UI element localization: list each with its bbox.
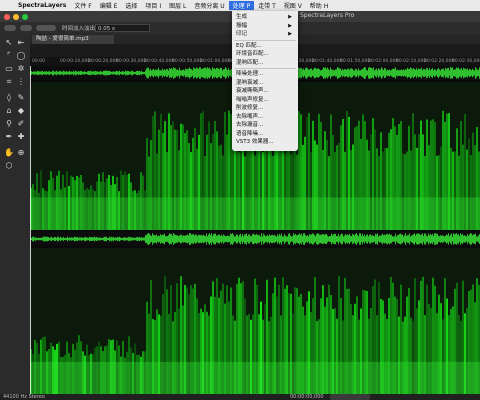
lasso-tool-icon[interactable]: ◯ [15, 50, 27, 61]
ruler-tick: 00:01:50,000 [340, 59, 371, 64]
process-menu-item[interactable]: 生成 ▶ [236, 13, 294, 21]
menu-item-label: 印记 [236, 31, 248, 37]
process-menu-item[interactable]: 混响衰减... [236, 79, 294, 87]
pen-tool-icon[interactable]: ✒ [3, 131, 15, 142]
transport-bar[interactable] [330, 394, 370, 400]
status-bar: 44100 Hz Stereo 00:00:00,000 [0, 394, 480, 400]
ruler-tick: 00:00 [32, 59, 45, 64]
ruler-tick: 00:00:20,000 [88, 59, 119, 64]
ruler-tick: 00:00:50,000 [172, 59, 203, 64]
frame-tool-icon[interactable]: ⌜ [3, 50, 15, 61]
fade-input[interactable]: 0.05 s [95, 24, 150, 32]
ruler-tick: 00:00:30,000 [116, 59, 147, 64]
pencil-tool-icon[interactable]: ✐ [15, 118, 27, 129]
ruler-tick: 00:02:00,000 [368, 59, 399, 64]
waveform-channel-right [30, 232, 480, 246]
menu-layer[interactable]: 图层 L [165, 1, 190, 10]
menu-item-label: 振幅 [236, 22, 248, 29]
menu-item-label: 嗡嗡声修复... [236, 96, 269, 103]
spectrum-channel-right [30, 248, 480, 394]
menu-item-label: EQ 匹配... [236, 42, 262, 49]
menu-item-label: 混响衰减... [236, 79, 264, 86]
playhead[interactable] [30, 66, 31, 394]
close-window-icon[interactable] [4, 14, 10, 20]
ruler-tick: 00:00:40,000 [144, 59, 175, 64]
menu-item-label: VST3 效果器... [236, 139, 274, 145]
app-menu[interactable]: SpectraLayers [14, 2, 70, 9]
tab-document[interactable]: 陶喆 - 爱很简单.mp3 [32, 35, 114, 44]
healing-tool-icon[interactable]: ✚ [15, 131, 27, 142]
menu-item-label: 环境音匹配... [236, 51, 269, 57]
dropper-tool-icon[interactable]: ⚲ [3, 118, 15, 129]
eraser-tool-icon[interactable]: ◊ [3, 92, 15, 103]
submenu-arrow-icon: ▶ [288, 14, 292, 20]
process-menu-item[interactable]: 印记 ▶ [236, 30, 294, 38]
tool-panel: ↖ ⇤ ⌜ ◯ ▭ ✲ ⌗ ⋮ ◊ ✎ ⌂ ◆ ⚲ ✐ ✒ ✚ ✋ ⊕ ⬡ [0, 34, 31, 394]
process-menu-dropdown: 生成 ▶ 振幅 ▶ 印记 ▶ EQ 匹配... 环境音匹配... 混响匹配... 降噪处理... 混… [232, 11, 298, 151]
menu-view[interactable]: 视图 V [280, 1, 306, 10]
ruler-tick: 00:02:10,000 [396, 59, 427, 64]
window-title: SpectraLayers Pro [300, 12, 355, 19]
ruler-tick: 00:02:20,000 [424, 59, 455, 64]
menu-separator [234, 39, 296, 41]
menu-item-label: 去除嘴声... [236, 113, 264, 120]
process-menu-item[interactable]: VST3 效果器... [236, 138, 294, 146]
process-menu-item[interactable]: 降噪处理... [236, 70, 294, 78]
time-selection-icon[interactable]: ⇤ [15, 37, 27, 48]
harmonic-tool-icon[interactable]: ⋮ [15, 76, 27, 87]
process-menu-item[interactable]: 嗡嗡声修复... [236, 96, 294, 104]
menu-item-label: 降噪处理... [236, 71, 264, 77]
process-menu-item[interactable]: 去除漏音... [236, 121, 294, 129]
menu-select[interactable]: 选择 [121, 1, 141, 10]
clone-tool-icon[interactable]: ⌂ [3, 105, 15, 116]
3d-view-icon[interactable]: ⬡ [3, 160, 15, 171]
process-menu-item[interactable]: 环境音匹配... [236, 50, 294, 58]
menu-item-label: 生成 [236, 14, 248, 20]
fade-label: 时间淡入淡出 [62, 26, 96, 32]
process-menu-item[interactable]: 削波修复... [236, 104, 294, 112]
audio-format: 44100 Hz Stereo [3, 394, 45, 400]
process-menu-item[interactable]: 振幅 ▶ [236, 22, 294, 30]
menu-item-label: 削波修复... [236, 105, 264, 111]
toggle-switch[interactable] [20, 25, 32, 31]
crop-tool-icon[interactable]: ⌗ [3, 76, 15, 87]
menu-help[interactable]: 帮助 H [306, 1, 332, 10]
submenu-arrow-icon: ▶ [288, 31, 292, 37]
process-menu-item[interactable]: 语音降噪... [236, 130, 294, 138]
process-menu-item[interactable]: 混响匹配... [236, 59, 294, 67]
ruler-tick: 00:02:30,000 [452, 59, 480, 64]
menu-file[interactable]: 文件 F [70, 1, 95, 10]
hand-tool-icon[interactable]: ✋ [3, 147, 15, 158]
fill-tool-icon[interactable]: ◆ [15, 105, 27, 116]
submenu-arrow-icon: ▶ [288, 22, 292, 29]
time-display: 00:00:00,000 [290, 394, 324, 400]
menu-item-label: 混响匹配... [236, 59, 264, 66]
mode-switch[interactable] [36, 25, 56, 31]
menu-unmix[interactable]: 音频分离 U [190, 1, 228, 10]
menu-item-label: 衰减嘶嘶声... [236, 88, 269, 94]
process-menu-item[interactable]: EQ 匹配... [236, 42, 294, 50]
menu-process[interactable]: 处理 P [228, 1, 255, 10]
menubar: SpectraLayers 文件 F 编辑 E 选择 项目 I 图层 L 音频分… [0, 0, 480, 11]
menu-transport[interactable]: 走带 T [254, 1, 280, 10]
process-menu-item[interactable]: 去除嘴声... [236, 113, 294, 121]
zoom-window-icon[interactable] [22, 14, 28, 20]
ruler-tick: 00:00:10,000 [60, 59, 91, 64]
ruler-tick: 00:01:00,000 [200, 59, 231, 64]
menu-project[interactable]: 项目 I [141, 1, 165, 10]
menu-edit[interactable]: 编辑 E [96, 1, 122, 10]
toggle-switch[interactable] [4, 25, 16, 31]
menu-item-label: 去除漏音... [236, 122, 264, 128]
zoom-tool-icon[interactable]: ⊕ [15, 147, 27, 158]
menu-item-label: 语音降噪... [236, 130, 264, 137]
menu-separator [234, 68, 296, 69]
rectangle-select-icon[interactable]: ▭ [3, 63, 15, 74]
brush-tool-icon[interactable]: ✎ [15, 92, 27, 103]
magic-wand-icon[interactable]: ✲ [15, 63, 27, 74]
minimize-window-icon[interactable] [13, 14, 19, 20]
process-menu-item[interactable]: 衰减嘶嘶声... [236, 87, 294, 95]
ruler-tick: 00:01:40,000 [312, 59, 343, 64]
selection-tool-icon[interactable]: ↖ [3, 37, 15, 48]
